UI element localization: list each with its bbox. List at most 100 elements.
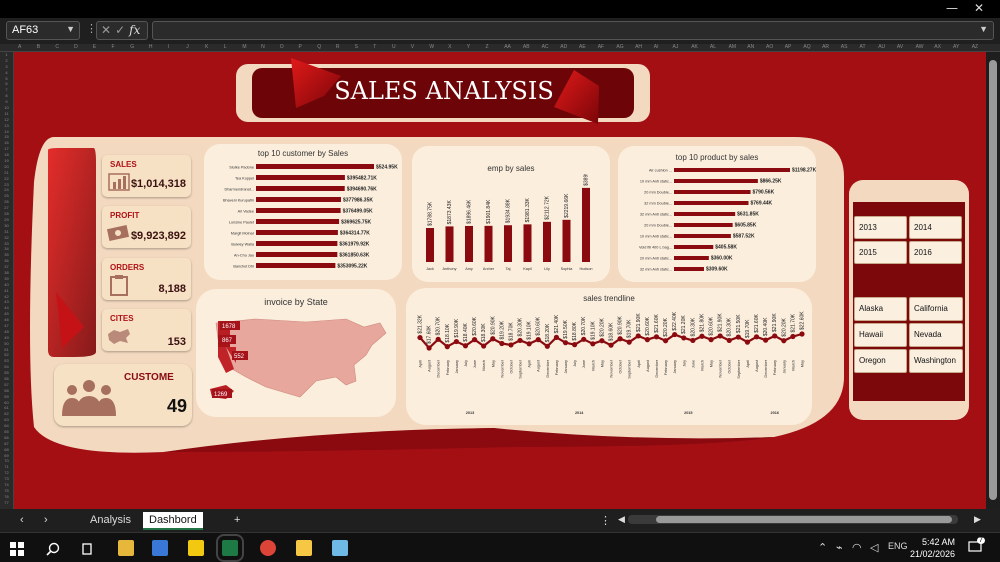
column-header[interactable]: K (205, 44, 208, 50)
column-header[interactable]: AC (542, 44, 549, 50)
notepad-icon[interactable] (332, 540, 348, 556)
column-header[interactable]: C (55, 44, 59, 50)
column-header[interactable]: AO (766, 44, 773, 50)
column-header[interactable]: AG (616, 44, 623, 50)
column-header[interactable]: AE (579, 44, 586, 50)
column-header[interactable]: AU (878, 44, 885, 50)
tab-analysis[interactable]: Analysis (84, 512, 137, 528)
enter-icon[interactable]: ✓ (115, 23, 129, 37)
column-header[interactable]: AV (897, 44, 903, 50)
column-header[interactable]: I (168, 44, 169, 50)
column-header[interactable]: D (74, 44, 78, 50)
column-header[interactable]: S (355, 44, 358, 50)
volume-icon[interactable]: ◁ (870, 541, 878, 554)
tab-dashbord[interactable]: Dashbord (143, 512, 203, 530)
column-header[interactable]: AW (916, 44, 924, 50)
row-header[interactable]: 77 (0, 500, 13, 506)
name-box[interactable]: AF63 ▼ (6, 21, 80, 40)
column-header[interactable]: W (429, 44, 434, 50)
column-header[interactable]: AH (635, 44, 642, 50)
formula-input[interactable]: ▼ (152, 21, 994, 40)
column-header[interactable]: AP (785, 44, 792, 50)
column-header[interactable]: O (280, 44, 284, 50)
column-header[interactable]: AA (504, 44, 511, 50)
column-header[interactable]: V (411, 44, 414, 50)
column-header[interactable]: R (336, 44, 340, 50)
notification-icon[interactable]: 7 (968, 537, 985, 556)
column-header[interactable]: N (261, 44, 265, 50)
column-header[interactable]: X (448, 44, 451, 50)
column-header[interactable]: Z (486, 44, 489, 50)
file-explorer-icon[interactable] (118, 540, 134, 556)
horizontal-scrollbar[interactable] (628, 515, 958, 524)
column-header[interactable]: AF (598, 44, 604, 50)
chevron-down-icon[interactable]: ▼ (66, 24, 75, 34)
column-header[interactable]: M (242, 44, 246, 50)
column-header[interactable]: E (93, 44, 96, 50)
sticky-notes-icon[interactable] (296, 540, 312, 556)
wifi-icon[interactable]: ◠ (852, 541, 862, 554)
slicer-year-2014[interactable]: 2014 (909, 216, 962, 239)
slicer-state-hawaii[interactable]: Hawaii (854, 323, 907, 347)
column-header[interactable]: T (373, 44, 376, 50)
column-header[interactable]: AJ (673, 44, 679, 50)
column-header[interactable]: H (149, 44, 153, 50)
column-header[interactable]: AI (654, 44, 659, 50)
task-view-icon[interactable] (76, 538, 98, 560)
close-button[interactable]: ✕ (974, 1, 984, 15)
column-header[interactable]: Y (467, 44, 470, 50)
column-header[interactable]: AX (934, 44, 941, 50)
column-header[interactable]: AQ (803, 44, 810, 50)
column-header[interactable]: A (18, 44, 21, 50)
windows-start-icon[interactable] (6, 538, 28, 560)
column-header[interactable]: P (299, 44, 302, 50)
slicer-year-2016[interactable]: 2016 (909, 241, 962, 264)
slicer-year-2015[interactable]: 2015 (854, 241, 907, 264)
column-header[interactable]: AM (729, 44, 737, 50)
column-header[interactable]: AK (691, 44, 698, 50)
network-icon[interactable]: ⌁ (836, 541, 843, 554)
vertical-scrollbar[interactable] (986, 52, 1000, 509)
excel-icon[interactable] (216, 534, 244, 562)
add-sheet-button[interactable]: + (228, 512, 246, 528)
column-header[interactable]: AB (523, 44, 530, 50)
slicer-state-california[interactable]: California (909, 297, 963, 321)
prev-sheet-icon[interactable]: ‹ (14, 512, 30, 528)
column-header[interactable]: U (392, 44, 396, 50)
column-header[interactable]: AL (710, 44, 716, 50)
chevron-up-icon[interactable]: ⌃ (818, 541, 827, 554)
column-header[interactable]: L (224, 44, 227, 50)
minimize-button[interactable]: — (946, 1, 958, 15)
column-header[interactable]: G (130, 44, 134, 50)
slicer-state-alaska[interactable]: Alaska (854, 297, 907, 321)
column-header[interactable]: AT (860, 44, 866, 50)
cancel-icon[interactable]: ✕ (101, 23, 115, 37)
column-header[interactable]: J (186, 44, 189, 50)
store-icon[interactable] (152, 540, 168, 556)
scroll-thumb[interactable] (989, 60, 997, 500)
column-header[interactable]: AS (841, 44, 848, 50)
insert-function-icon[interactable]: fx (129, 23, 140, 37)
column-header[interactable]: Q (317, 44, 321, 50)
power-bi-icon[interactable] (188, 540, 204, 556)
column-header[interactable]: AN (747, 44, 754, 50)
clock[interactable]: 5:42 AM 21/02/2026 (905, 536, 955, 560)
slicer-state-washington[interactable]: Washington (909, 349, 963, 373)
chrome-icon[interactable] (260, 540, 276, 556)
slicer-year-2013[interactable]: 2013 (854, 216, 907, 239)
expand-formula-icon[interactable]: ▼ (979, 24, 988, 34)
column-header[interactable]: B (37, 44, 40, 50)
column-header[interactable]: AR (822, 44, 829, 50)
scroll-thumb[interactable] (656, 516, 952, 523)
column-header[interactable]: F (112, 44, 115, 50)
dashboard-sheet[interactable]: SALES ANALYSIS SALES $1,014,318 PROFIT $… (14, 52, 986, 509)
next-sheet-icon[interactable]: › (38, 512, 54, 528)
slicer-state-oregon[interactable]: Oregon (854, 349, 907, 373)
column-header[interactable]: AD (560, 44, 567, 50)
column-header[interactable]: AY (953, 44, 959, 50)
column-header[interactable]: AZ (972, 44, 978, 50)
scroll-right-icon[interactable]: ▶ (968, 512, 987, 527)
data-label: $18.80K (572, 321, 578, 340)
search-icon[interactable] (42, 538, 64, 560)
slicer-state-nevada[interactable]: Nevada (909, 323, 963, 347)
